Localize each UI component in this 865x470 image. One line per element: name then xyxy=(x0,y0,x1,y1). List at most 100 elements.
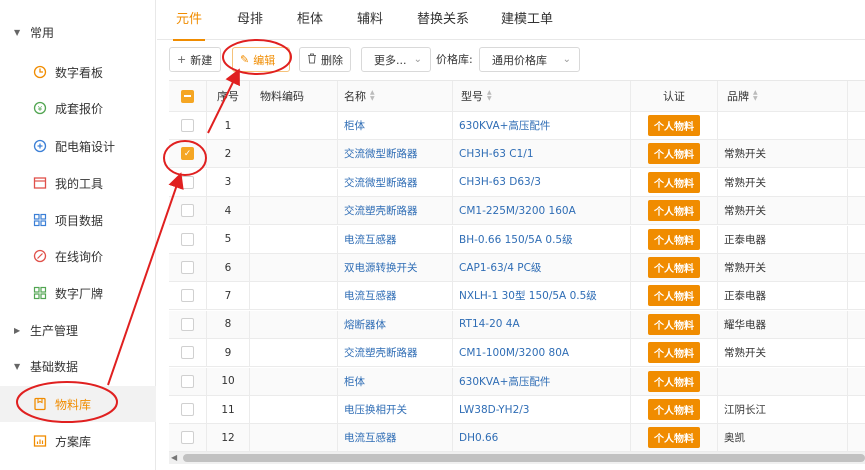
row-checkbox[interactable] xyxy=(181,289,194,303)
sidebar-item-tools[interactable]: 我的工具 xyxy=(0,165,156,201)
material-model-link[interactable]: CM1-100M/3200 80A xyxy=(459,347,569,359)
sidebar-group-production[interactable]: ▶ 生产管理 xyxy=(0,313,156,347)
material-name-link[interactable]: 电流互感器 xyxy=(344,430,397,445)
tab-busbar[interactable]: 母排 xyxy=(237,0,263,40)
row-checkbox[interactable] xyxy=(181,232,194,246)
cell-brand: 正泰电器 xyxy=(718,225,848,253)
cell-brand: 常熟开关 xyxy=(718,168,848,196)
table-row[interactable]: 11 电压换相开关 LW38D-YH2/3 个人物料 江阴长江 xyxy=(169,396,865,424)
table-row[interactable]: 5 电流互感器 BH-0.66 150/5A 0.5级 个人物料 正泰电器 xyxy=(169,225,865,254)
row-checkbox[interactable] xyxy=(181,261,194,274)
material-name-link[interactable]: 电流互感器 xyxy=(344,232,397,247)
project-data-icon xyxy=(33,213,47,227)
row-checkbox[interactable] xyxy=(181,346,194,360)
material-name-link[interactable]: 交流微型断路器 xyxy=(344,175,418,190)
table-row[interactable]: 10 柜体 630KVA+高压配件 个人物料 xyxy=(169,367,865,396)
more-dropdown[interactable]: 更多... ⌄ xyxy=(361,47,431,72)
row-checkbox[interactable] xyxy=(181,119,194,132)
table-row[interactable]: 7 电流互感器 NXLH-1 30型 150/5A 0.5级 个人物料 正泰电器 xyxy=(169,282,865,311)
material-model-link[interactable]: BH-0.66 150/5A 0.5级 xyxy=(459,232,573,247)
tab-replacement[interactable]: 替换关系 xyxy=(417,0,469,40)
col-header-name[interactable]: 名称 ▲ ▼ xyxy=(338,81,453,111)
material-model-link[interactable]: DH0.66 xyxy=(459,432,498,444)
tab-accessories[interactable]: 辅料 xyxy=(357,0,383,40)
sidebar-item-brand[interactable]: 数字厂牌 xyxy=(0,275,156,311)
material-name-link[interactable]: 电流互感器 xyxy=(344,288,397,303)
table-row[interactable]: 3 交流微型断路器 CH3H-63 D63/3 个人物料 常熟开关 xyxy=(169,168,865,197)
cert-badge: 个人物料 xyxy=(648,171,700,193)
row-checkbox[interactable] xyxy=(181,431,194,445)
sidebar-group-common[interactable]: ▼ 常用 xyxy=(0,15,156,49)
row-select-cell xyxy=(169,310,207,338)
material-model-link[interactable]: CH3H-63 D63/3 xyxy=(459,176,541,188)
col-header-no[interactable]: 序号 xyxy=(207,81,250,111)
scroll-left-icon[interactable]: ◀ xyxy=(171,453,177,462)
col-header-model[interactable]: 型号 ▲ ▼ xyxy=(453,81,631,111)
scrollbar-thumb[interactable] xyxy=(183,454,865,462)
col-header-cert[interactable]: 认证 xyxy=(631,81,718,111)
material-name-link[interactable]: 交流塑壳断路器 xyxy=(344,345,418,360)
price-library-select[interactable]: 通用价格库 ⌄ xyxy=(479,47,580,72)
table-row[interactable]: 6 双电源转换开关 CAP1-63/4 PC级 个人物料 常熟开关 xyxy=(169,254,865,282)
row-checkbox[interactable] xyxy=(181,374,194,388)
sidebar-group-base-data[interactable]: ▼ 基础数据 xyxy=(0,349,156,383)
material-name-link[interactable]: 双电源转换开关 xyxy=(344,260,418,275)
sort-icon[interactable]: ▲ ▼ xyxy=(370,90,375,102)
row-checkbox[interactable] xyxy=(181,317,194,331)
row-checkbox[interactable] xyxy=(181,204,194,218)
material-model-link[interactable]: CH3H-63 C1/1 xyxy=(459,148,534,160)
row-checkbox[interactable] xyxy=(181,175,194,189)
material-model-link[interactable]: LW38D-YH2/3 xyxy=(459,404,529,416)
material-name-link[interactable]: 交流微型断路器 xyxy=(344,146,418,161)
table-header-row: 序号 物料编码 名称 ▲ ▼ 型号 ▲ ▼ 认证 品牌 ▲ ▼ xyxy=(169,81,865,112)
cell-code xyxy=(250,424,338,452)
sort-icon[interactable]: ▲ ▼ xyxy=(487,90,492,102)
horizontal-scrollbar[interactable]: ◀ xyxy=(169,452,865,464)
material-name-link[interactable]: 柜体 xyxy=(344,118,365,133)
material-name-link[interactable]: 电压换相开关 xyxy=(344,402,407,417)
cell-code xyxy=(250,282,338,310)
table-row[interactable]: 1 柜体 630KVA+高压配件 个人物料 xyxy=(169,112,865,140)
cell-code xyxy=(250,197,338,225)
sidebar-item-material-library[interactable]: 物料库 xyxy=(0,386,156,422)
material-model-link[interactable]: CAP1-63/4 PC级 xyxy=(459,260,541,275)
select-all-checkbox[interactable] xyxy=(181,89,194,103)
delete-button[interactable]: 删除 xyxy=(299,47,351,72)
material-model-link[interactable]: NXLH-1 30型 150/5A 0.5级 xyxy=(459,288,597,303)
row-checkbox[interactable] xyxy=(181,403,194,416)
new-button[interactable]: + 新建 xyxy=(169,47,221,72)
table-row[interactable]: 4 交流塑壳断路器 CM1-225M/3200 160A 个人物料 常熟开关 xyxy=(169,197,865,226)
table-row[interactable]: 12 电流互感器 DH0.66 个人物料 奥凯 xyxy=(169,424,865,453)
sidebar-item-quote[interactable]: ¥ 成套报价 xyxy=(0,90,156,126)
cell-name: 电流互感器 xyxy=(338,225,453,253)
table-row[interactable]: ✓ 2 交流微型断路器 CH3H-63 C1/1 个人物料 常熟开关 xyxy=(169,140,865,169)
sidebar-item-inquiry[interactable]: 在线询价 xyxy=(0,238,156,274)
material-model-link[interactable]: CM1-225M/3200 160A xyxy=(459,205,576,217)
tab-cabinet[interactable]: 柜体 xyxy=(297,0,323,40)
materials-table: 序号 物料编码 名称 ▲ ▼ 型号 ▲ ▼ 认证 品牌 ▲ ▼ 1 柜体 630KVA+高… xyxy=(169,80,865,456)
cell-name: 交流微型断路器 xyxy=(338,140,453,168)
col-header-code[interactable]: 物料编码 xyxy=(250,81,338,111)
cell-code xyxy=(250,310,338,338)
sort-icon[interactable]: ▲ ▼ xyxy=(753,90,758,102)
material-name-link[interactable]: 交流塑壳断路器 xyxy=(344,203,418,218)
table-row[interactable]: 8 熔断器体 RT14-20 4A 个人物料 耀华电器 xyxy=(169,310,865,339)
cell-model: CM1-100M/3200 80A xyxy=(453,339,631,367)
tab-components[interactable]: 元件 xyxy=(172,0,206,41)
material-model-link[interactable]: 630KVA+高压配件 xyxy=(459,374,550,389)
table-row[interactable]: 9 交流塑壳断路器 CM1-100M/3200 80A 个人物料 常熟开关 xyxy=(169,339,865,368)
sidebar-item-design[interactable]: 配电箱设计 xyxy=(0,128,156,164)
col-header-brand[interactable]: 品牌 ▲ ▼ xyxy=(718,81,848,111)
dashboard-icon xyxy=(33,65,47,79)
sidebar-item-project-data[interactable]: 项目数据 xyxy=(0,202,156,238)
material-model-link[interactable]: RT14-20 4A xyxy=(459,318,520,330)
sidebar-item-scheme-library[interactable]: 方案库 xyxy=(0,423,156,459)
edit-button[interactable]: ✎ 编辑 xyxy=(232,47,290,72)
material-name-link[interactable]: 熔断器体 xyxy=(344,317,386,332)
material-model-link[interactable]: 630KVA+高压配件 xyxy=(459,118,550,133)
sidebar-item-dashboard[interactable]: 数字看板 xyxy=(0,54,156,90)
material-name-link[interactable]: 柜体 xyxy=(344,374,365,389)
cell-no: 1 xyxy=(207,112,250,139)
tab-modeling-orders[interactable]: 建模工单 xyxy=(501,0,553,40)
row-checkbox[interactable]: ✓ xyxy=(181,147,194,161)
